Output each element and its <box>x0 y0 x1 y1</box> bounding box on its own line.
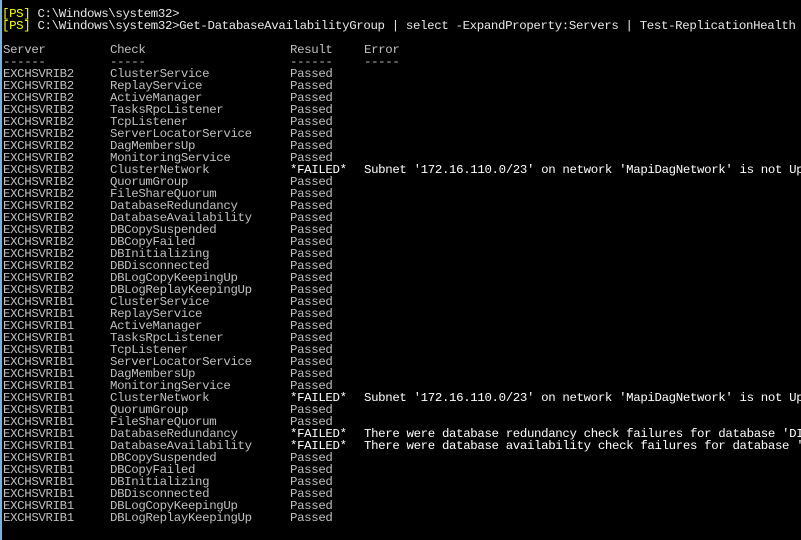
powershell-console[interactable]: [PS] C:\Windows\system32> [PS] C:\Window… <box>0 0 801 540</box>
prompt-command: Get-DatabaseAvailabilityGroup | select -… <box>179 19 796 33</box>
prompt-tag: [PS] <box>2 19 31 33</box>
prompt-line-2: [PS] C:\Windows\system32>Get-DatabaseAva… <box>2 20 801 32</box>
prompt-path: C:\Windows\system32> <box>37 19 180 33</box>
row-check: DBLogReplayKeepingUp <box>110 511 252 525</box>
table-body: EXCHSVRIB2 ClusterService Passed EXCHSVRIB2… <box>2 68 801 524</box>
row-server: EXCHSVRIB1 <box>3 511 74 525</box>
row-result: Passed <box>290 511 333 525</box>
row-error: Subnet '172.16.110.0/23' on network 'Map… <box>364 163 801 177</box>
underline-error: ----- <box>364 55 400 69</box>
row-error: There were database availability check f… <box>364 439 801 453</box>
row-error: Subnet '172.16.110.0/23' on network 'Map… <box>364 391 801 405</box>
table-row: EXCHSVRIB1 DBLogReplayKeepingUp Passed <box>2 512 801 524</box>
